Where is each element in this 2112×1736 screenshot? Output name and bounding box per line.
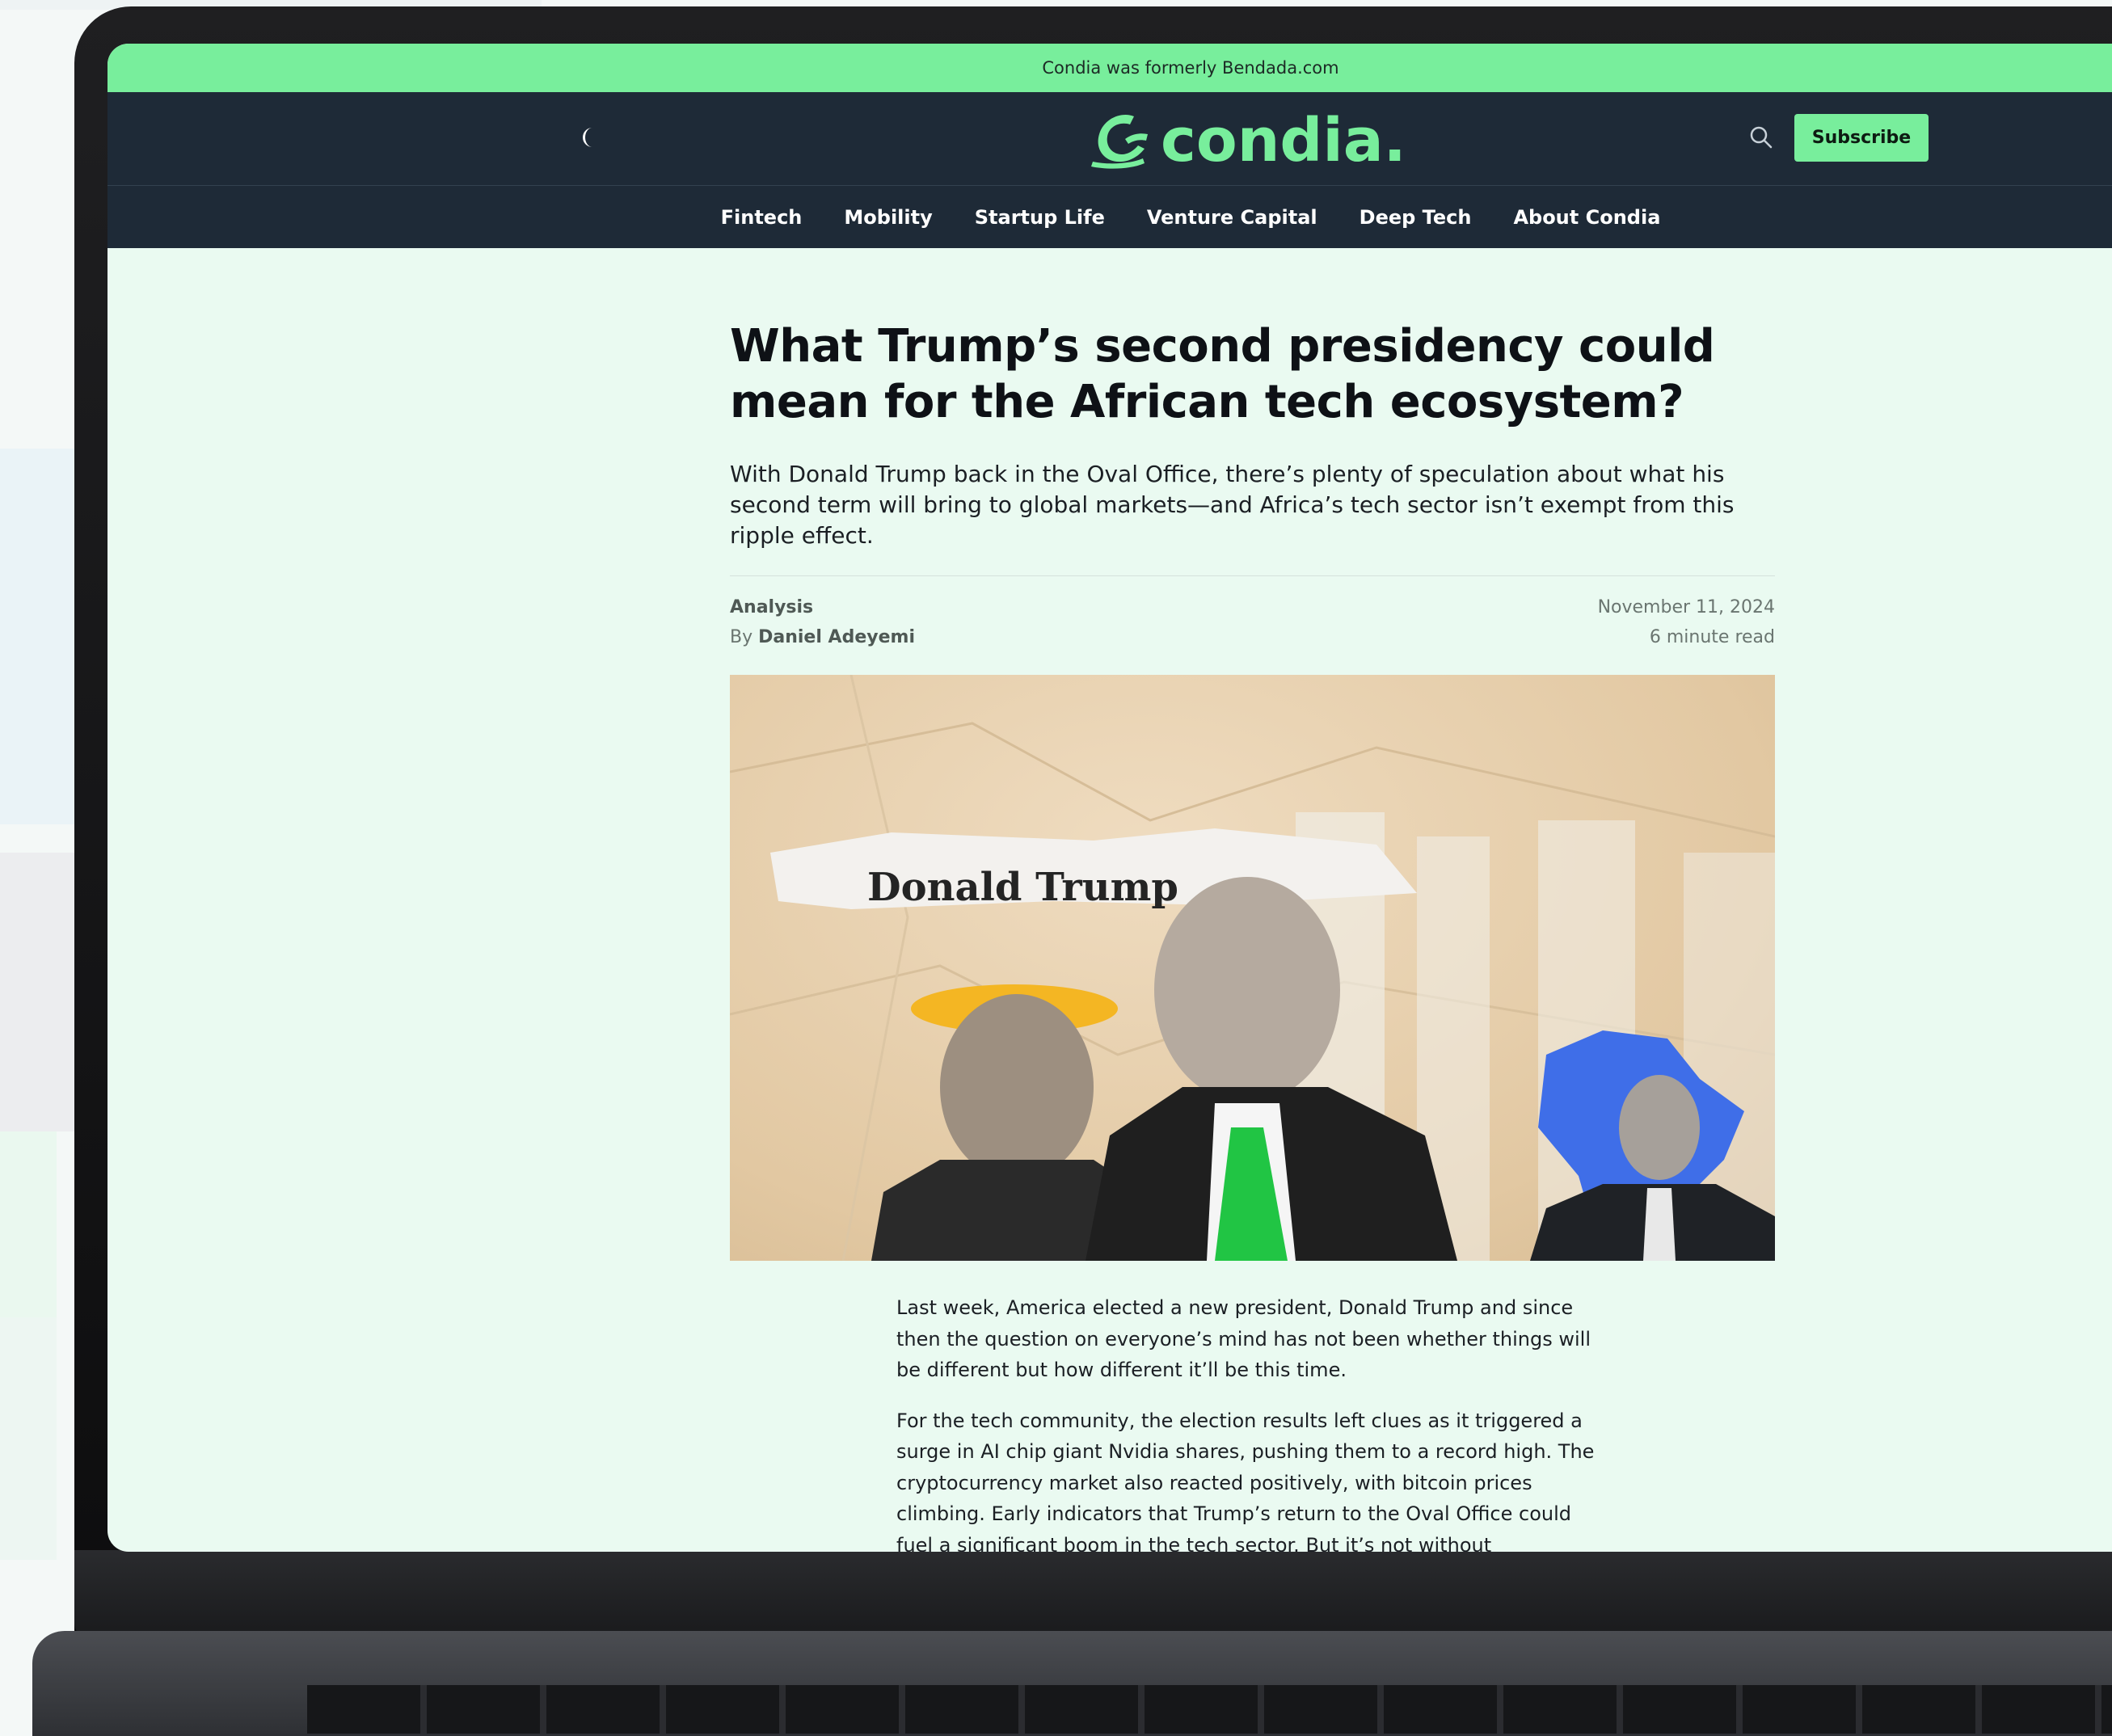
body-paragraph: For the tech community, the election res… [896, 1409, 1595, 1553]
byline: By Daniel Adeyemi [730, 622, 915, 652]
byline-prefix: By [730, 627, 753, 647]
nav-item-deep-tech[interactable]: Deep Tech [1360, 206, 1472, 229]
announcement-bar: Condia was formerly Bendada.com [107, 44, 2112, 92]
site-header: condia. Subscribe [107, 92, 2112, 186]
nav-item-startup-life[interactable]: Startup Life [975, 206, 1105, 229]
body-paragraph: Last week, America elected a new preside… [896, 1296, 1591, 1381]
nav-item-mobility[interactable]: Mobility [844, 206, 932, 229]
search-icon[interactable] [1748, 124, 1774, 150]
hero-image: Donald Trump [730, 675, 1775, 1261]
background-block [0, 1317, 57, 1560]
nav-item-about-condia[interactable]: About Condia [1513, 206, 1660, 229]
main-nav: Fintech Mobility Startup Life Venture Ca… [107, 186, 2112, 248]
nav-item-venture-capital[interactable]: Venture Capital [1147, 206, 1317, 229]
subscribe-button[interactable]: Subscribe [1794, 114, 1929, 162]
site-logo[interactable]: condia. [1090, 108, 1406, 173]
nav-item-fintech[interactable]: Fintech [721, 206, 803, 229]
laptop-hinge [74, 1550, 2112, 1639]
laptop-keyboard [307, 1685, 2112, 1734]
collage-illustration [730, 675, 1775, 1261]
announcement-text: Condia was formerly Bendada.com [1042, 58, 1339, 78]
article: What Trump’s second presidency could mea… [730, 318, 1775, 1261]
article-dek: With Donald Trump back in the Oval Offic… [730, 461, 1735, 549]
publish-date: November 11, 2024 [1597, 597, 1775, 617]
condia-logo-icon [1091, 115, 1148, 169]
article-category[interactable]: Analysis [730, 592, 915, 622]
author-link[interactable]: Daniel Adeyemi [758, 627, 915, 647]
background-block [0, 1131, 57, 1317]
read-time: 6 minute read [1649, 627, 1775, 647]
collage-text: Donald Trump [867, 865, 1178, 910]
moon-icon[interactable] [576, 124, 602, 150]
article-meta: Analysis By Daniel Adeyemi November 11, … [730, 592, 1775, 652]
article-title: What Trump’s second presidency could mea… [730, 320, 1715, 428]
divider [730, 575, 1775, 576]
article-body: Last week, America elected a new preside… [896, 1292, 1608, 1552]
laptop-screen: Condia was formerly Bendada.com condia. … [107, 44, 2112, 1552]
logo-wordmark: condia. [1161, 106, 1406, 175]
